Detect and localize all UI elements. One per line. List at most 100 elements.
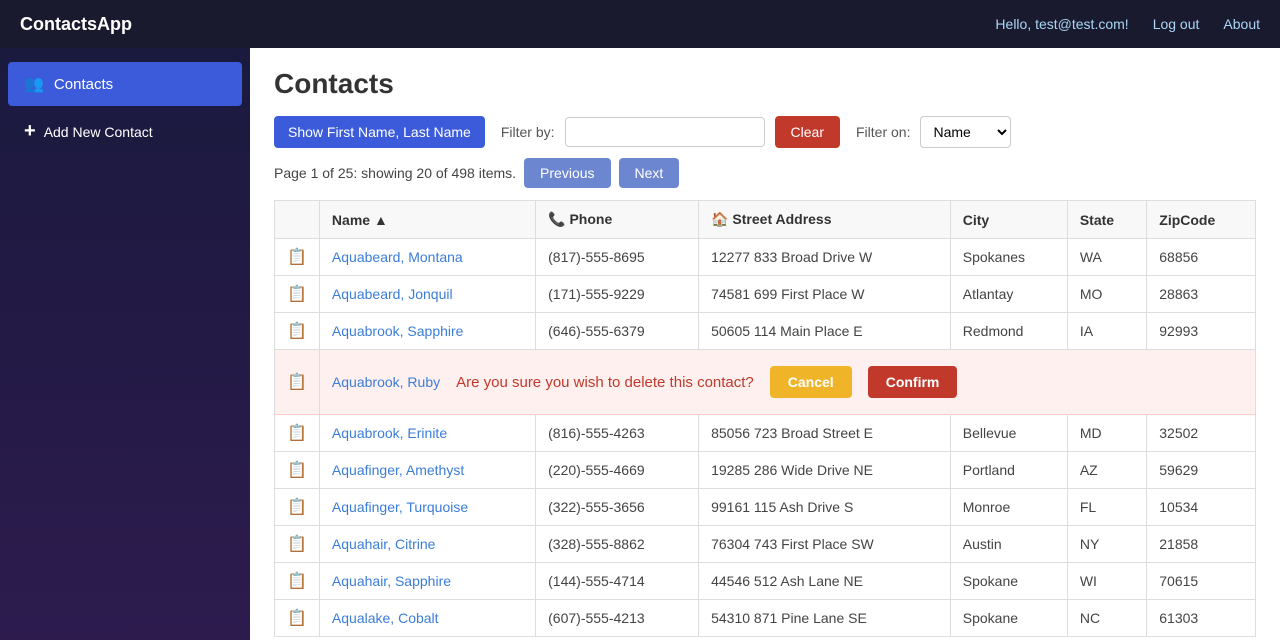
- address-cell: 50605 114 Main Place E: [699, 313, 951, 350]
- state-cell: MO: [1067, 276, 1146, 313]
- table-row: 📋 Aquahair, Citrine (328)-555-8862 76304…: [275, 526, 1256, 563]
- name-cell: Aquahair, Sapphire: [319, 563, 535, 600]
- top-nav: ContactsApp Hello, test@test.com! Log ou…: [0, 0, 1280, 48]
- address-cell: 44546 512 Ash Lane NE: [699, 563, 951, 600]
- state-cell: WI: [1067, 563, 1146, 600]
- contact-name-link[interactable]: Aquabrook, Ruby: [332, 374, 440, 390]
- contact-name-link[interactable]: Aquahair, Sapphire: [332, 573, 451, 589]
- edit-cell: 📋: [275, 526, 320, 563]
- th-state: State: [1067, 201, 1146, 239]
- contact-name-link[interactable]: Aquafinger, Amethyst: [332, 462, 464, 478]
- edit-icon[interactable]: 📋: [287, 425, 307, 442]
- edit-icon[interactable]: 📋: [287, 573, 307, 590]
- phone-cell: (607)-555-4213: [536, 600, 699, 637]
- city-cell: Austin: [950, 526, 1067, 563]
- filter-on-label: Filter on:: [856, 124, 910, 140]
- th-phone: 📞 Phone: [536, 201, 699, 239]
- pagination-text: Page 1 of 25: showing 20 of 498 items.: [274, 165, 516, 181]
- zip-cell: 28863: [1147, 276, 1256, 313]
- contact-name-link[interactable]: Aquabeard, Jonquil: [332, 286, 453, 302]
- edit-cell: 📋: [275, 415, 320, 452]
- logout-link[interactable]: Log out: [1153, 16, 1200, 32]
- table-row: 📋 Aquabrook, Ruby Are you sure you wish …: [275, 350, 1256, 415]
- sidebar-item-contacts[interactable]: 👥 Contacts: [8, 62, 242, 106]
- sidebar: 👥 Contacts + Add New Contact: [0, 48, 250, 640]
- edit-icon[interactable]: 📋: [287, 610, 307, 627]
- main-content: Contacts Show First Name, Last Name Filt…: [250, 48, 1280, 640]
- name-cell: Aquabeard, Montana: [319, 239, 535, 276]
- phone-cell: (144)-555-4714: [536, 563, 699, 600]
- page-title: Contacts: [274, 68, 1256, 100]
- edit-cell: 📋: [275, 452, 320, 489]
- name-cell: Aquabrook, Erinite: [319, 415, 535, 452]
- edit-icon[interactable]: 📋: [287, 499, 307, 516]
- edit-cell: 📋: [275, 276, 320, 313]
- delete-confirm-content: Aquabrook, Ruby Are you sure you wish to…: [332, 366, 1243, 398]
- state-cell: FL: [1067, 489, 1146, 526]
- layout: 👥 Contacts + Add New Contact Contacts Sh…: [0, 48, 1280, 640]
- state-cell: NC: [1067, 600, 1146, 637]
- contacts-icon: 👥: [24, 74, 44, 94]
- city-cell: Spokanes: [950, 239, 1067, 276]
- filter-input[interactable]: [565, 117, 765, 147]
- zip-cell: 68856: [1147, 239, 1256, 276]
- zip-cell: 92993: [1147, 313, 1256, 350]
- state-cell: IA: [1067, 313, 1146, 350]
- add-contact-item[interactable]: + Add New Contact: [8, 110, 242, 153]
- zip-cell: 61303: [1147, 600, 1256, 637]
- city-cell: Portland: [950, 452, 1067, 489]
- edit-cell: 📋: [275, 239, 320, 276]
- table-row: 📋 Aquafinger, Turquoise (322)-555-3656 9…: [275, 489, 1256, 526]
- phone-cell: (322)-555-3656: [536, 489, 699, 526]
- edit-icon[interactable]: 📋: [287, 536, 307, 553]
- address-cell: 19285 286 Wide Drive NE: [699, 452, 951, 489]
- phone-cell: (817)-555-8695: [536, 239, 699, 276]
- phone-cell: (646)-555-6379: [536, 313, 699, 350]
- edit-cell: 📋: [275, 563, 320, 600]
- name-cell: Aquabrook, Sapphire: [319, 313, 535, 350]
- filter-on-select[interactable]: Name Phone City State ZipCode: [920, 116, 1011, 148]
- edit-icon[interactable]: 📋: [287, 462, 307, 479]
- edit-icon[interactable]: 📋: [287, 286, 307, 303]
- pagination-info: Page 1 of 25: showing 20 of 498 items. P…: [274, 158, 1256, 188]
- contact-name-link[interactable]: Aquabrook, Erinite: [332, 425, 447, 441]
- address-cell: 74581 699 First Place W: [699, 276, 951, 313]
- contact-name-link[interactable]: Aquahair, Citrine: [332, 536, 436, 552]
- edit-icon[interactable]: 📋: [287, 323, 307, 340]
- city-cell: Monroe: [950, 489, 1067, 526]
- phone-cell: (171)-555-9229: [536, 276, 699, 313]
- city-cell: Spokane: [950, 563, 1067, 600]
- address-cell: 99161 115 Ash Drive S: [699, 489, 951, 526]
- edit-cell: 📋: [275, 600, 320, 637]
- edit-icon[interactable]: 📋: [287, 249, 307, 266]
- contacts-table: Name ▲ 📞 Phone 🏠 Street Address City Sta…: [274, 200, 1256, 637]
- contact-name-link[interactable]: Aquabrook, Sapphire: [332, 323, 464, 339]
- sidebar-contacts-label: Contacts: [54, 76, 113, 93]
- edit-cell: 📋: [275, 313, 320, 350]
- table-header-row: Name ▲ 📞 Phone 🏠 Street Address City Sta…: [275, 201, 1256, 239]
- clear-button[interactable]: Clear: [775, 116, 840, 148]
- contact-name-link[interactable]: Aquabeard, Montana: [332, 249, 463, 265]
- confirm-button[interactable]: Confirm: [868, 366, 958, 398]
- contact-name-link[interactable]: Aqualake, Cobalt: [332, 610, 439, 626]
- contact-name-link[interactable]: Aquafinger, Turquoise: [332, 499, 468, 515]
- address-cell: 54310 871 Pine Lane SE: [699, 600, 951, 637]
- th-zipcode: ZipCode: [1147, 201, 1256, 239]
- show-name-button[interactable]: Show First Name, Last Name: [274, 116, 485, 148]
- cancel-button[interactable]: Cancel: [770, 366, 852, 398]
- city-cell: Atlantay: [950, 276, 1067, 313]
- zip-cell: 70615: [1147, 563, 1256, 600]
- th-name[interactable]: Name ▲: [319, 201, 535, 239]
- phone-cell: (816)-555-4263: [536, 415, 699, 452]
- name-cell: Aqualake, Cobalt: [319, 600, 535, 637]
- edit-icon[interactable]: 📋: [287, 374, 307, 391]
- zip-cell: 32502: [1147, 415, 1256, 452]
- previous-button[interactable]: Previous: [524, 158, 610, 188]
- confirm-cell: Aquabrook, Ruby Are you sure you wish to…: [319, 350, 1255, 415]
- about-link[interactable]: About: [1223, 16, 1260, 32]
- table-row: 📋 Aquabeard, Montana (817)-555-8695 1227…: [275, 239, 1256, 276]
- name-cell: Aquabeard, Jonquil: [319, 276, 535, 313]
- next-button[interactable]: Next: [619, 158, 680, 188]
- edit-cell: 📋: [275, 350, 320, 415]
- filter-by-label: Filter by:: [501, 124, 555, 140]
